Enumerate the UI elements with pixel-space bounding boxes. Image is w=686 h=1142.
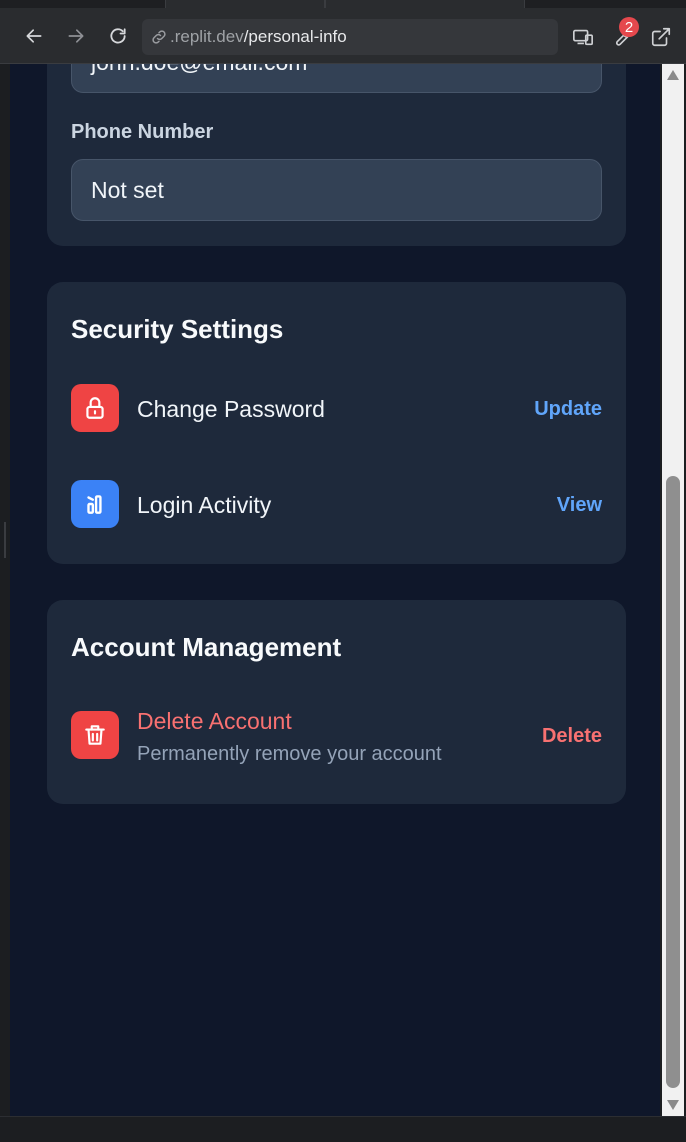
forward-button[interactable] bbox=[62, 22, 90, 50]
address-bar[interactable]: .replit.dev/personal-info bbox=[142, 19, 558, 55]
reload-icon bbox=[110, 28, 126, 44]
email-value: john.doe@email.com bbox=[91, 64, 307, 76]
activity-chart-icon bbox=[87, 495, 102, 514]
delete-account-button[interactable]: Delete bbox=[542, 725, 602, 748]
external-link-icon bbox=[651, 27, 671, 47]
email-field[interactable]: john.doe@email.com bbox=[71, 64, 602, 93]
update-password-button[interactable]: Update bbox=[534, 398, 602, 421]
contact-info-card: john.doe@email.com Phone Number Not set bbox=[47, 64, 626, 246]
account-management-card: Account Management Delete Account Perman… bbox=[47, 600, 626, 804]
login-activity-label: Login Activity bbox=[137, 492, 272, 518]
security-title: Security Settings bbox=[71, 314, 284, 344]
scroll-thumb[interactable] bbox=[666, 476, 680, 1088]
delete-account-subtitle: Permanently remove your account bbox=[137, 743, 442, 765]
devices-icon bbox=[573, 29, 593, 46]
phone-label: Phone Number bbox=[71, 121, 214, 143]
browser-tab[interactable] bbox=[165, 0, 325, 8]
browser-tab[interactable] bbox=[325, 0, 525, 8]
change-password-label: Change Password bbox=[137, 396, 325, 422]
login-activity-icon-tile bbox=[71, 480, 119, 528]
open-new-window-button[interactable] bbox=[648, 24, 674, 50]
arrow-right-icon bbox=[68, 29, 84, 43]
security-settings-card: Security Settings Change Password Update… bbox=[47, 282, 626, 564]
trash-icon bbox=[85, 725, 105, 745]
notification-badge: 2 bbox=[619, 17, 639, 37]
browser-toolbar: .replit.dev/personal-info 2 bbox=[0, 0, 686, 64]
window-bottom-edge bbox=[0, 1116, 686, 1142]
reload-button[interactable] bbox=[104, 22, 132, 50]
url-host: .replit.dev bbox=[170, 27, 244, 46]
back-button[interactable] bbox=[20, 22, 48, 50]
vertical-scrollbar[interactable] bbox=[662, 64, 684, 1116]
account-title: Account Management bbox=[71, 632, 342, 662]
view-activity-button[interactable]: View bbox=[557, 494, 602, 517]
device-toggle-button[interactable] bbox=[570, 24, 596, 50]
link-icon bbox=[152, 30, 166, 44]
phone-field[interactable]: Not set bbox=[71, 159, 602, 221]
page-viewport: john.doe@email.com Phone Number Not set … bbox=[10, 64, 660, 1116]
scroll-up-arrow-icon[interactable] bbox=[667, 70, 679, 80]
delete-account-title: Delete Account bbox=[137, 708, 292, 734]
left-frame-edge bbox=[0, 64, 10, 1116]
lock-icon bbox=[86, 397, 104, 419]
change-password-icon-tile bbox=[71, 384, 119, 432]
tab-strip bbox=[0, 0, 686, 8]
delete-account-icon-tile bbox=[71, 711, 119, 759]
url-path: /personal-info bbox=[243, 27, 347, 46]
scroll-down-arrow-icon[interactable] bbox=[667, 1100, 679, 1110]
resize-grip[interactable] bbox=[4, 522, 6, 558]
phone-value: Not set bbox=[91, 176, 164, 203]
arrow-left-icon bbox=[26, 29, 42, 43]
